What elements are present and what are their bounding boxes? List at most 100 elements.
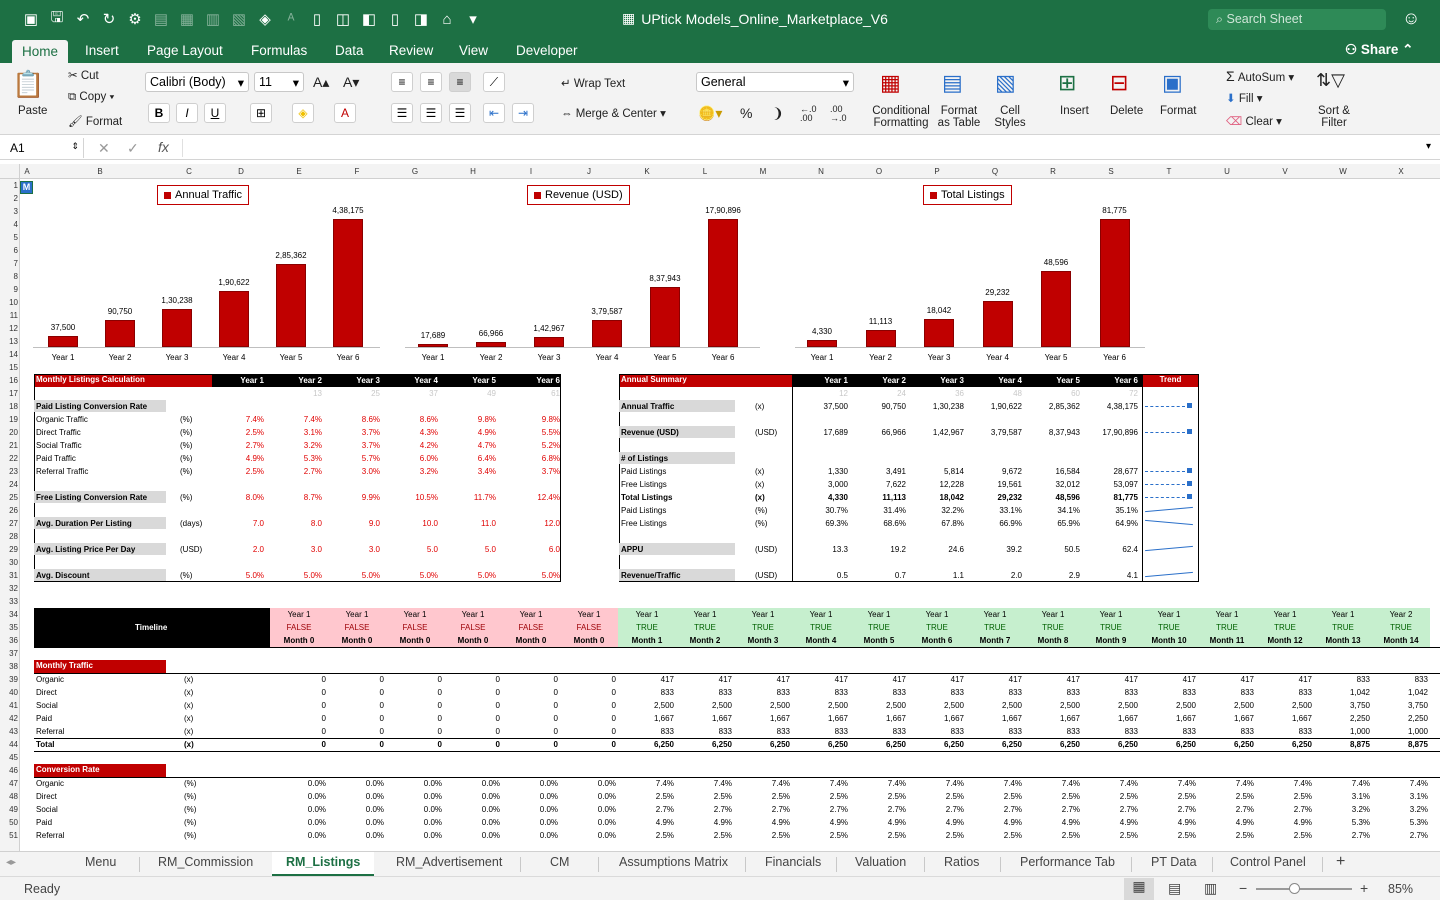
summary-cell[interactable]: 68.6% [856, 519, 906, 528]
conversion-cell[interactable]: 0.0% [510, 831, 558, 840]
save-icon[interactable]: 🖫 [48, 9, 66, 28]
traffic-cell[interactable]: 833 [742, 727, 790, 736]
conversion-cell[interactable]: 2.7% [1090, 805, 1138, 814]
tab-home[interactable]: Home [12, 40, 69, 63]
conversion-cell[interactable]: 4.9% [858, 818, 906, 827]
select-all-corner[interactable] [0, 164, 20, 179]
conversion-cell[interactable]: 0.0% [394, 779, 442, 788]
sheet-tab-rm-listings[interactable]: RM_Listings [272, 852, 375, 876]
conversion-cell[interactable]: 0.0% [336, 779, 384, 788]
summary-cell[interactable]: 81,775 [1088, 493, 1138, 502]
cut-button[interactable]: ✂ Cut [68, 68, 99, 82]
conversion-cell[interactable]: 0.0% [336, 818, 384, 827]
summary-cell[interactable]: 33.1% [972, 506, 1022, 515]
row-header[interactable]: 28 [0, 532, 18, 541]
summary-cell[interactable]: 1,42,967 [914, 428, 964, 437]
macro-icon[interactable]: ⚙ [126, 10, 144, 28]
conversion-cell[interactable]: 7.4% [742, 779, 790, 788]
underline-button[interactable]: U [204, 103, 226, 123]
mlc-cell[interactable]: 4.7% [446, 441, 496, 450]
traffic-cell[interactable]: 2,500 [1206, 701, 1254, 710]
mlc-cell[interactable]: 8.0 [272, 519, 322, 528]
increase-decimal-icon[interactable]: ←.0.00 [800, 105, 817, 123]
traffic-cell[interactable]: 1,667 [1264, 714, 1312, 723]
traffic-cell[interactable]: 0 [278, 727, 326, 736]
insert-cells-button[interactable]: Insert [1060, 105, 1089, 117]
traffic-cell[interactable]: 1,042 [1322, 688, 1370, 697]
conversion-cell[interactable]: 2.5% [1032, 831, 1080, 840]
conversion-cell[interactable]: 2.5% [916, 792, 964, 801]
align-top-icon[interactable]: ≡ [391, 72, 413, 92]
align-middle-icon[interactable]: ≡ [420, 72, 442, 92]
mlc-cell[interactable]: 5.2% [510, 441, 560, 450]
format-cells-button[interactable]: Format [1160, 105, 1196, 117]
row-headers[interactable]: 1 2 3 4 5 6 7 8 9 10 11 12 13 14 15 16 17 18 19 20 21 22 23 24 2… [0, 179, 20, 851]
mlc-cell[interactable]: 7.0 [214, 519, 264, 528]
conversion-cell[interactable]: 2.7% [1380, 831, 1428, 840]
mlc-cell[interactable]: 3.4% [446, 467, 496, 476]
worksheet-grid[interactable]: M Annual Traffic Revenue (USD) Total Lis… [20, 179, 1440, 851]
currency-icon[interactable]: 🪙▾ [698, 105, 722, 122]
mlc-cell[interactable]: 8.6% [330, 415, 380, 424]
traffic-cell[interactable]: 0 [278, 714, 326, 723]
summary-cell[interactable]: 2.9 [1030, 571, 1080, 580]
sort-filter-icon[interactable]: ⇅▽ [1316, 70, 1345, 91]
toolbar-icon[interactable]: ▧ [230, 10, 248, 28]
traffic-cell[interactable]: 0 [568, 701, 616, 710]
conversion-cell[interactable]: 2.7% [1322, 831, 1370, 840]
mlc-cell[interactable]: 5.0 [446, 545, 496, 554]
number-format-select[interactable]: General ▾ [696, 72, 854, 92]
align-center-icon[interactable]: ☰ [420, 103, 442, 123]
mlc-cell[interactable]: 5.0% [510, 571, 560, 580]
conversion-cell[interactable]: 2.5% [800, 831, 848, 840]
traffic-cell[interactable]: 2,500 [626, 701, 674, 710]
traffic-cell[interactable]: 833 [1090, 727, 1138, 736]
zoom-slider-thumb[interactable] [1289, 883, 1300, 894]
zoom-in-icon[interactable]: + [1360, 880, 1368, 896]
row-header[interactable]: 50 [0, 818, 18, 827]
fill-color-icon[interactable]: ◈ [292, 103, 314, 123]
mlc-cell[interactable]: 9.8% [510, 415, 560, 424]
toolbar-icon[interactable]: ▦ [178, 10, 196, 28]
summary-cell[interactable]: 53,097 [1088, 480, 1138, 489]
conversion-cell[interactable]: 2.5% [1206, 792, 1254, 801]
mlc-cell[interactable]: 3.2% [388, 467, 438, 476]
traffic-cell[interactable]: 833 [858, 688, 906, 697]
summary-cell[interactable]: 2.0 [972, 571, 1022, 580]
mlc-cell[interactable]: 4.3% [388, 428, 438, 437]
traffic-cell[interactable]: 2,500 [858, 701, 906, 710]
conversion-cell[interactable]: 2.7% [974, 805, 1022, 814]
conversion-cell[interactable]: 3.1% [1380, 792, 1428, 801]
toolbar-icon[interactable]: ◫ [334, 10, 352, 28]
conversion-cell[interactable]: 7.4% [1090, 779, 1138, 788]
add-sheet-icon[interactable]: + [1336, 853, 1345, 871]
mlc-cell[interactable]: 5.0% [214, 571, 264, 580]
conversion-cell[interactable]: 0.0% [568, 818, 616, 827]
row-header[interactable]: 51 [0, 831, 18, 840]
cancel-entry-icon[interactable]: ✕ [98, 140, 110, 157]
conversion-cell[interactable]: 7.4% [684, 779, 732, 788]
chart-bar[interactable] [276, 263, 306, 347]
summary-cell[interactable]: 28,677 [1088, 467, 1138, 476]
mlc-cell[interactable]: 10.0 [388, 519, 438, 528]
row-header[interactable]: 23 [0, 467, 18, 476]
column-header[interactable]: K [644, 167, 649, 176]
confirm-entry-icon[interactable]: ✓ [127, 140, 139, 157]
conversion-cell[interactable]: 2.5% [858, 831, 906, 840]
row-header[interactable]: 30 [0, 558, 18, 567]
toolbar-icon[interactable]: ▥ [204, 10, 222, 28]
row-header[interactable]: 10 [0, 298, 18, 307]
traffic-cell[interactable]: 1,667 [1090, 714, 1138, 723]
conversion-cell[interactable]: 2.5% [858, 792, 906, 801]
sheet-tab-financials[interactable]: Financials [765, 855, 821, 869]
delete-cells-icon[interactable]: ⊟ [1110, 70, 1128, 96]
traffic-cell[interactable]: 417 [974, 675, 1022, 684]
paste-icon[interactable]: 📋 [12, 69, 44, 100]
mlc-cell[interactable]: 2.5% [214, 428, 264, 437]
mlc-cell[interactable]: 6.0% [388, 454, 438, 463]
row-header[interactable]: 12 [0, 324, 18, 333]
tab-data[interactable]: Data [335, 43, 364, 58]
conversion-cell[interactable]: 2.5% [684, 831, 732, 840]
mlc-cell[interactable]: 4.2% [388, 441, 438, 450]
mlc-cell[interactable]: 8.0% [214, 493, 264, 502]
